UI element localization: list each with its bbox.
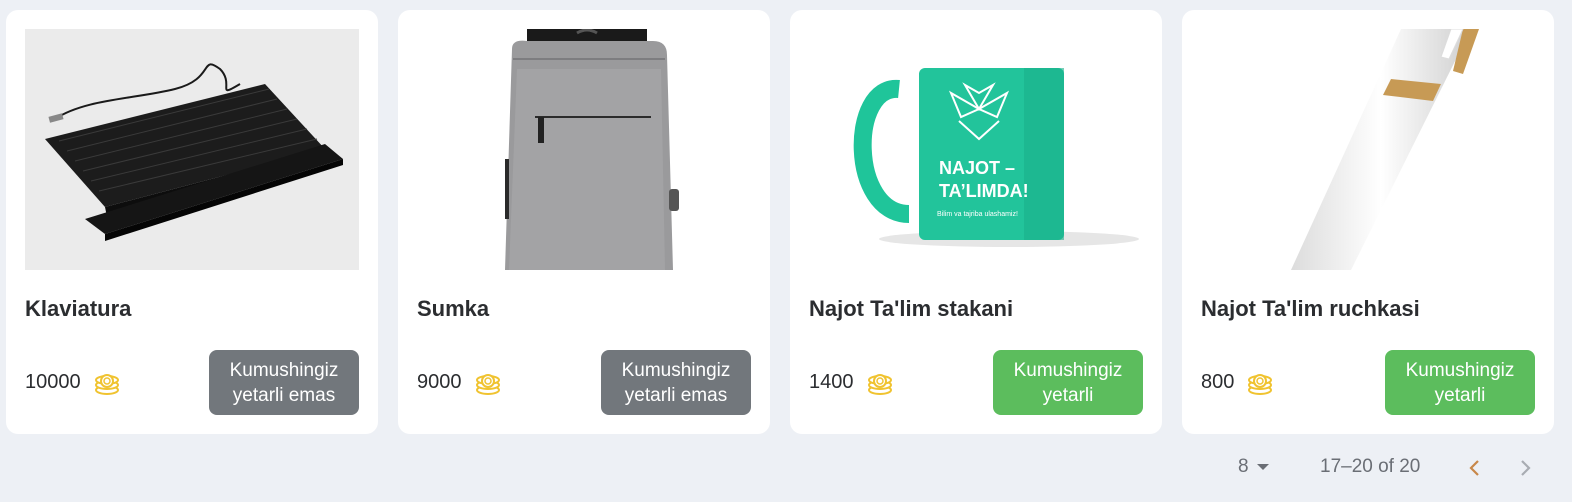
product-card: Klaviatura 10000 Kumushingiz yetarli ema… (6, 10, 378, 434)
coin-stack-icon (475, 374, 500, 395)
product-image-keyboard (25, 29, 359, 270)
price-row: 800 (1201, 368, 1274, 396)
buy-button[interactable]: Kumushingiz yetarli (993, 350, 1143, 415)
coin-stack-icon (1248, 374, 1273, 395)
product-image-pen (1201, 29, 1535, 270)
product-title: Najot Ta'lim stakani (809, 296, 1014, 321)
product-image-mug: NAJOT – TA’LIMDA! Bilim va tajriba ulash… (809, 29, 1143, 270)
next-page-button[interactable] (1513, 454, 1537, 482)
coin-stack-icon (867, 374, 892, 395)
mug-text-line2: TA’LIMDA! (939, 181, 1029, 201)
per-page-select[interactable]: 8 (1238, 456, 1269, 478)
pagination: 8 17–20 of 20 (0, 452, 1572, 484)
chevron-right-icon (1521, 460, 1531, 476)
product-card: NAJOT – TA’LIMDA! Bilim va tajriba ulash… (790, 10, 1162, 434)
product-price: 800 (1201, 370, 1235, 393)
product-grid: Klaviatura 10000 Kumushingiz yetarli ema… (6, 10, 1554, 434)
product-price: 1400 (809, 370, 854, 393)
product-price: 9000 (417, 370, 462, 393)
price-row: 9000 (417, 368, 502, 396)
buy-button[interactable]: Kumushingiz yetarli emas (601, 350, 751, 415)
coin-stack-icon (94, 374, 119, 395)
caret-down-icon (1256, 464, 1269, 470)
pagination-range: 17–20 of 20 (1320, 456, 1421, 477)
product-image-backpack (417, 29, 751, 270)
product-price: 10000 (25, 370, 81, 393)
buy-button[interactable]: Kumushingiz yetarli emas (209, 350, 359, 415)
product-title: Sumka (417, 296, 490, 321)
product-card: Sumka 9000 Kumushingiz yetarli emas (398, 10, 770, 434)
chevron-left-icon (1469, 460, 1479, 476)
product-card: Najot Ta'lim ruchkasi 800 Kumushingiz ye… (1182, 10, 1554, 434)
buy-button[interactable]: Kumushingiz yetarli (1385, 350, 1535, 415)
price-row: 1400 (809, 368, 894, 396)
prev-page-button[interactable] (1463, 454, 1487, 482)
product-title: Klaviatura (25, 296, 132, 321)
mug-text-line1: NAJOT – (939, 158, 1015, 178)
price-row: 10000 (25, 368, 121, 396)
per-page-value: 8 (1238, 456, 1249, 477)
product-title: Najot Ta'lim ruchkasi (1201, 296, 1420, 321)
mug-text-small: Bilim va tajriba ulashamiz! (937, 211, 1018, 218)
